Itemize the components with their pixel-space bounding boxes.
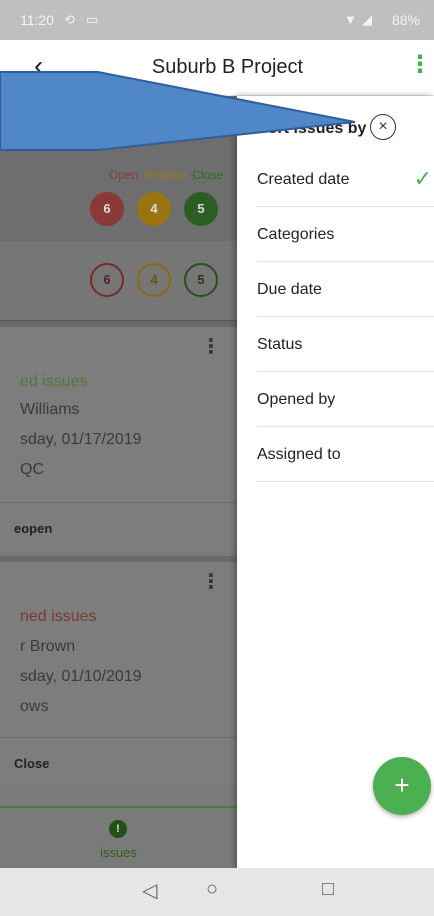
annotation-arrow <box>0 71 356 151</box>
arrow-shape <box>0 71 356 151</box>
